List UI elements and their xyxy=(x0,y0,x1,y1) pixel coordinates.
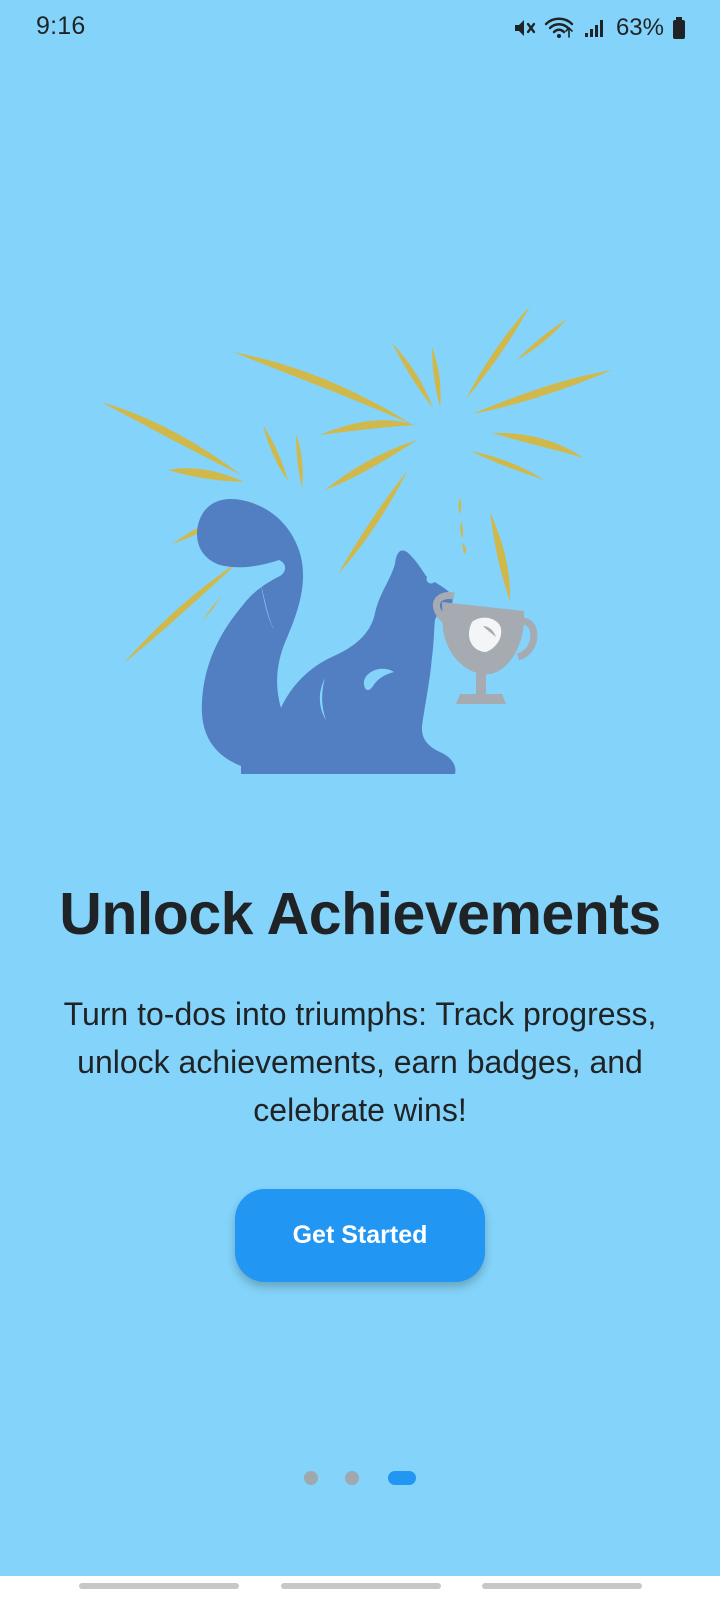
onboarding-title: Unlock Achievements xyxy=(59,881,661,947)
get-started-button[interactable]: Get Started xyxy=(235,1189,485,1282)
status-bar: 9:16 63% xyxy=(0,0,720,56)
page-dot-3-active[interactable] xyxy=(388,1471,416,1485)
squirrel-icon xyxy=(196,499,456,774)
battery-icon xyxy=(673,17,685,39)
status-time: 9:16 xyxy=(36,12,86,40)
back-handle[interactable] xyxy=(482,1583,642,1589)
trophy-icon xyxy=(432,592,538,704)
battery-level: 63% xyxy=(615,14,664,41)
squirrel-trophy-illustration xyxy=(101,306,612,774)
mute-icon xyxy=(514,20,536,36)
system-navigation-bar xyxy=(0,1576,720,1600)
recent-apps-handle[interactable] xyxy=(79,1583,239,1589)
onboarding-description: Turn to-dos into triumphs: Track progres… xyxy=(63,996,657,1128)
signal-icon xyxy=(584,20,603,37)
page-dot-1[interactable] xyxy=(304,1471,318,1485)
status-icons: 63% xyxy=(512,12,686,44)
wifi-icon xyxy=(544,17,574,38)
celebration-sparks-icon xyxy=(101,306,612,663)
home-handle[interactable] xyxy=(281,1583,441,1589)
page-dot-2[interactable] xyxy=(345,1471,359,1485)
page-indicator[interactable] xyxy=(304,1469,416,1487)
